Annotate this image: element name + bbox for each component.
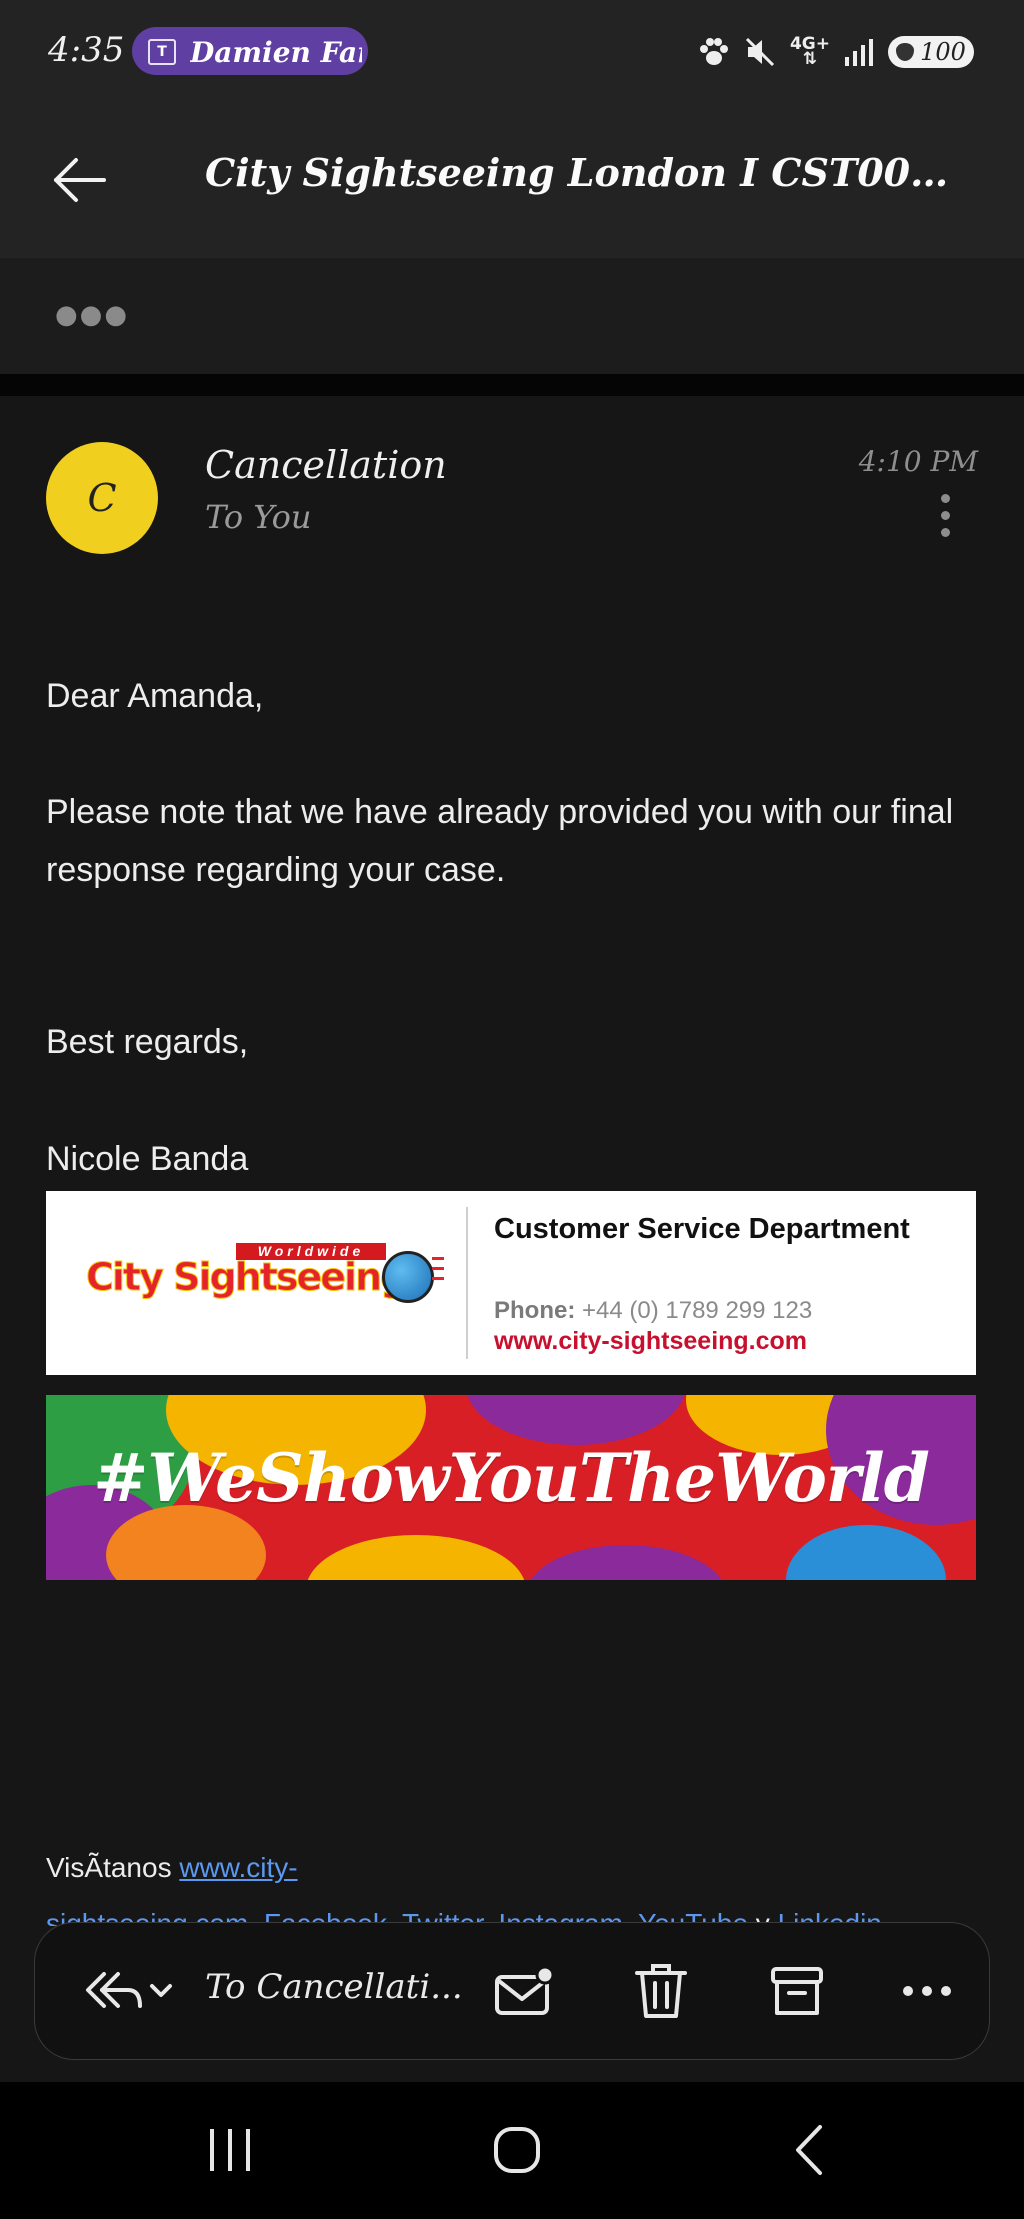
- signal-icon: [845, 39, 873, 66]
- reply-all-button[interactable]: [75, 1923, 185, 2059]
- more-actions-button[interactable]: [877, 1923, 977, 2059]
- banner-shape: [306, 1535, 526, 1580]
- app-top-bar: City Sightseeing London I CST0014105019: [0, 108, 1024, 258]
- collapsed-messages[interactable]: [0, 258, 1024, 375]
- recent-apps-icon: [210, 2129, 250, 2171]
- battery-indicator: 100: [888, 36, 974, 68]
- reply-all-icon: [86, 1972, 172, 2008]
- signature-card: Worldwide City Sightseeing Customer Serv…: [46, 1191, 976, 1375]
- phone-label: Phone:: [494, 1297, 576, 1324]
- shield-icon: [896, 43, 915, 61]
- footer-prefix: VisÃtanos: [46, 1852, 172, 1883]
- data-arrows-icon: ⇅: [802, 49, 818, 69]
- phone-number[interactable]: +44 (0) 1789 299 123: [582, 1297, 812, 1324]
- status-time: 4:35: [48, 30, 125, 70]
- rays-decoration: [432, 1257, 446, 1297]
- logo-name: City Sightseeing: [85, 1255, 407, 1300]
- mute-icon: [745, 37, 775, 67]
- back-arrow-icon[interactable]: [48, 148, 112, 212]
- back-chevron-icon: [796, 2125, 822, 2175]
- signature-name: Nicole Banda: [46, 1140, 249, 1178]
- banner-shape: [526, 1545, 726, 1580]
- teams-icon: T: [148, 39, 176, 65]
- archive-icon: [771, 1967, 823, 2015]
- more-horiz-icon: [903, 1986, 951, 1996]
- archive-button[interactable]: [747, 1923, 847, 2059]
- ongoing-call-pill[interactable]: T Damien Far: [132, 27, 368, 75]
- delete-button[interactable]: [611, 1923, 711, 2059]
- call-contact-name: Damien Far: [190, 36, 362, 69]
- sender-name[interactable]: Cancellation: [205, 443, 447, 487]
- divider: [0, 374, 1024, 396]
- recipient-line[interactable]: To You: [205, 498, 312, 536]
- more-vert-icon[interactable]: [930, 494, 960, 544]
- banner-shape: [786, 1525, 946, 1580]
- avatar-letter: C: [87, 476, 117, 520]
- more-horiz-icon[interactable]: ●●●: [55, 300, 129, 330]
- signature-divider: [466, 1207, 468, 1359]
- banner-shape: [466, 1395, 686, 1445]
- home-icon: [494, 2127, 540, 2173]
- reply-recipient[interactable]: To Cancellati...: [205, 1967, 465, 2007]
- promo-banner[interactable]: #WeShowYouTheWorld: [46, 1395, 976, 1580]
- recent-apps-button[interactable]: [200, 2115, 260, 2185]
- banner-hashtag: #WeShowYouTheWorld: [93, 1439, 930, 1517]
- message-time: 4:10 PM: [858, 445, 978, 478]
- trash-icon: [635, 1964, 687, 2018]
- back-button[interactable]: [778, 2115, 838, 2185]
- email-subject: City Sightseeing London I CST0014105019: [205, 150, 965, 195]
- body-paragraph: Please note that we have already provide…: [46, 793, 954, 889]
- closing: Best regards,: [46, 1023, 249, 1061]
- greeting: Dear Amanda,: [46, 677, 264, 715]
- globe-icon: [382, 1251, 434, 1303]
- home-button[interactable]: [482, 2115, 552, 2185]
- network-indicator: 4G+ ⇅: [789, 34, 830, 69]
- message-action-bar: To Cancellati...: [34, 1922, 990, 2060]
- status-bar: 4:35 T Damien Far 4G+ ⇅ 100: [0, 0, 1024, 108]
- website-link[interactable]: www.city-sightseeing.com: [494, 1327, 807, 1356]
- department-title: Customer Service Department: [494, 1213, 910, 1245]
- status-icons: 4G+ ⇅ 100: [698, 32, 974, 72]
- paw-icon: [699, 38, 728, 65]
- mail-unread-icon: [495, 1965, 555, 2015]
- city-sightseeing-logo[interactable]: Worldwide City Sightseeing: [85, 1243, 448, 1329]
- footer-links: VisÃtanos www.city- sightseeing.com, Fac…: [46, 1840, 986, 1926]
- avatar[interactable]: C: [46, 442, 158, 554]
- website-footer-link[interactable]: www.city-: [179, 1852, 297, 1883]
- mark-unread-button[interactable]: [475, 1923, 575, 2059]
- phone-line: Phone: +44 (0) 1789 299 123: [494, 1297, 812, 1325]
